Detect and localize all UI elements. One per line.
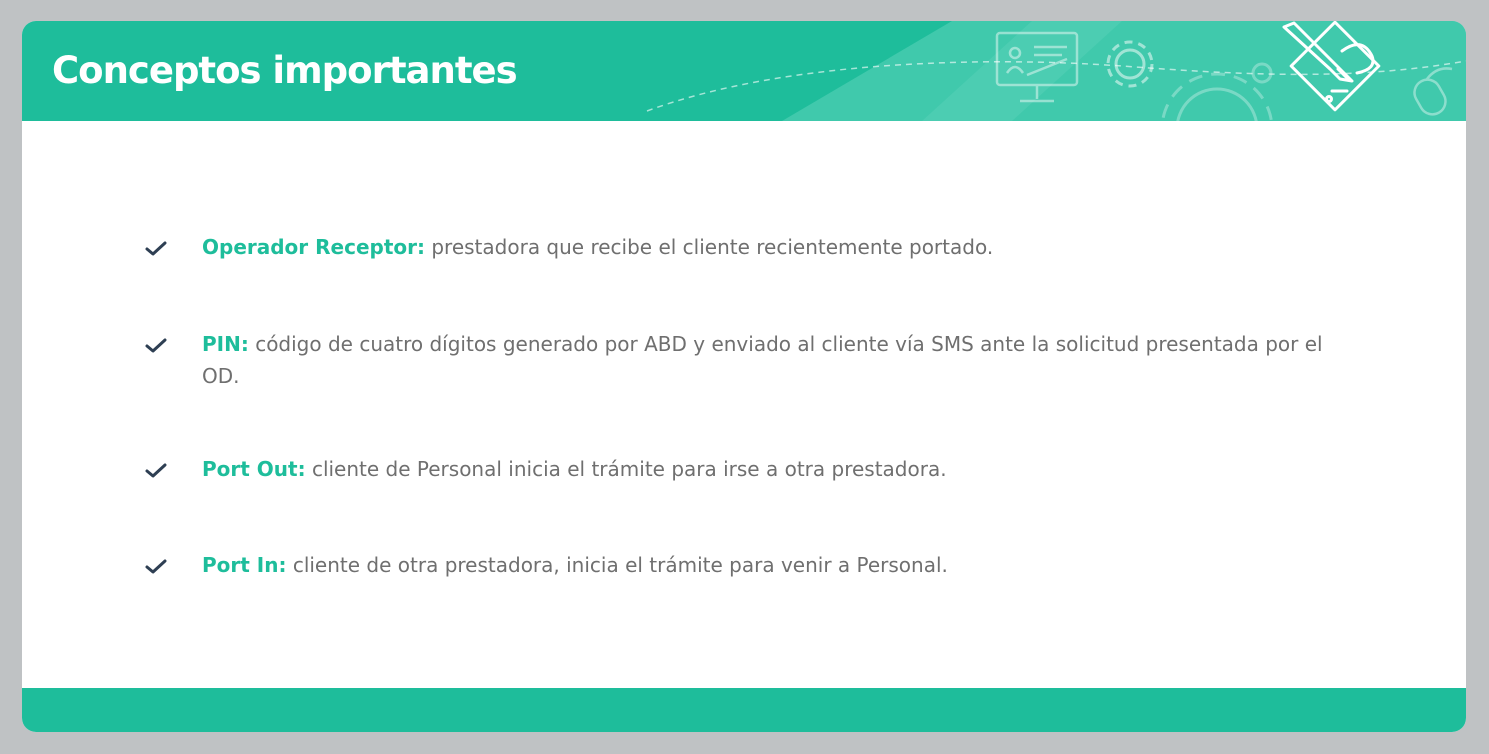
header-banner: Conceptos importantes [22, 21, 1466, 121]
concept-definition: código de cuatro dígitos generado por AB… [202, 332, 1323, 388]
checkmark-icon [145, 338, 167, 353]
concept-text: Port In: cliente de otra prestadora, ini… [202, 549, 1342, 581]
concept-definition: cliente de Personal inicia el trámite pa… [305, 457, 947, 481]
checkmark-icon [145, 463, 167, 478]
concept-term: Operador Receptor: [202, 235, 425, 259]
page-title: Conceptos importantes [52, 49, 518, 92]
concept-text: Operador Receptor: prestadora que recibe… [202, 231, 1342, 263]
concept-term: Port In: [202, 553, 287, 577]
concept-definition: prestadora que recibe el cliente recient… [425, 235, 994, 259]
checkmark-icon [145, 241, 167, 256]
concept-definition: cliente de otra prestadora, inicia el tr… [286, 553, 948, 577]
concept-term: Port Out: [202, 457, 306, 481]
footer-bar [22, 688, 1466, 732]
checkmark-icon [145, 559, 167, 574]
concept-text: PIN: código de cuatro dígitos generado p… [202, 328, 1342, 392]
slide: Conceptos importantes Operador Receptor:… [22, 21, 1466, 732]
concept-term: PIN: [202, 332, 249, 356]
concept-text: Port Out: cliente de Personal inicia el … [202, 453, 1342, 485]
